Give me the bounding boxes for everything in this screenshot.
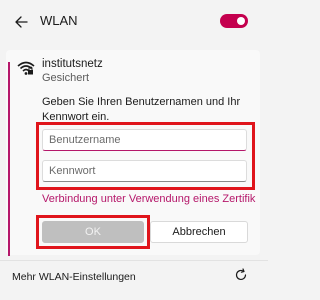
more-wlan-settings-link[interactable]: Mehr WLAN-Einstellungen — [12, 271, 136, 283]
network-status: Gesichert — [42, 72, 90, 84]
wifi-secure-icon — [17, 61, 35, 75]
ok-highlight-box — [36, 215, 150, 249]
wlan-header: WLAN — [0, 0, 268, 44]
refresh-icon[interactable] — [234, 268, 248, 282]
selection-accent-bar — [8, 62, 10, 256]
input-highlight-box — [36, 122, 255, 190]
toggle-knob — [237, 17, 245, 25]
back-arrow-icon[interactable] — [12, 12, 32, 32]
page-title: WLAN — [40, 13, 78, 28]
network-name: institutsnetz — [42, 58, 103, 70]
cancel-button[interactable]: Abbrechen — [150, 221, 248, 243]
credentials-prompt: Geben Sie Ihren Benutzernamen und Ihr Ke… — [42, 96, 241, 123]
footer-divider — [0, 260, 268, 261]
certificate-link[interactable]: Verbindung unter Verwendung eines Zertif… — [42, 193, 257, 205]
wlan-toggle[interactable] — [220, 14, 248, 28]
